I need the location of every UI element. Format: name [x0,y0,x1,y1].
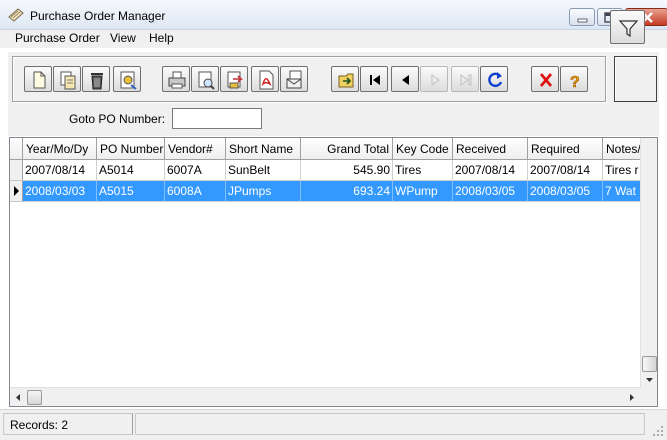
column-header-po-number[interactable]: PO Number [97,138,165,160]
new-icon [33,71,46,89]
next-record-button[interactable] [420,66,448,92]
column-header-date[interactable]: Year/Mo/Dy [23,138,97,160]
help-button[interactable]: ? [560,66,588,92]
first-record-button[interactable] [360,66,388,92]
refresh-icon [488,72,503,88]
records-count: Records: 2 [3,413,133,435]
email-icon [286,70,302,89]
window-title: Purchase Order Manager [30,9,166,23]
resize-grip-icon[interactable] [652,425,664,437]
filter-group [614,56,657,102]
minimize-icon [577,18,588,23]
open-icon [60,71,76,90]
table-row[interactable]: 2007/08/14 A5014 6007A SunBelt 545.90 Ti… [10,160,657,181]
cancel-button[interactable] [531,66,559,92]
previous-record-button[interactable] [391,66,419,92]
column-header-key-code[interactable]: Key Code [393,138,453,160]
cell-key-code[interactable]: Tires [393,160,453,181]
column-header-vendor[interactable]: Vendor# [165,138,226,160]
filter-icon [618,20,639,38]
grid-header: Year/Mo/Dy PO Number Vendor# Short Name … [10,138,657,160]
print-preview-button[interactable] [191,66,219,92]
scroll-right-icon[interactable] [623,389,640,406]
pdf-button[interactable] [251,66,279,92]
vertical-scrollbar[interactable] [640,138,657,387]
cell-short-name[interactable]: JPumps [226,181,301,202]
current-row-arrow-icon [14,186,19,196]
print-icon [168,71,186,89]
horizontal-scroll-thumb[interactable] [27,390,42,405]
goto-po-input[interactable] [172,108,262,129]
last-record-button[interactable] [451,66,479,92]
goto-button[interactable] [331,66,359,92]
column-header-received[interactable]: Received [453,138,528,160]
purchase-order-grid: Year/Mo/Dy PO Number Vendor# Short Name … [9,137,658,407]
help-icon: ? [570,74,580,92]
menu-purchase-order[interactable]: Purchase Order [15,31,100,45]
row-indicator[interactable] [10,181,23,202]
menu-help[interactable]: Help [149,31,174,45]
cell-po-number[interactable]: A5014 [97,160,165,181]
goto-po-label: Goto PO Number: [69,112,166,126]
goto-icon [338,73,354,88]
column-header-short-name[interactable]: Short Name [226,138,301,160]
horizontal-scrollbar[interactable] [10,387,640,406]
column-header-required[interactable]: Required [528,138,603,160]
title-bar: Purchase Order Manager [0,0,667,30]
print-button[interactable] [162,66,190,92]
cell-required[interactable]: 2008/03/05 [528,181,603,202]
print-preview-icon [198,71,215,90]
open-button[interactable] [53,66,81,92]
export-button[interactable] [220,66,248,92]
menu-bar: Purchase Order View Help [0,30,667,48]
edit-button[interactable] [113,66,141,92]
cell-received[interactable]: 2008/03/05 [453,181,528,202]
row-indicator[interactable] [10,160,23,181]
status-bar: Records: 2 [0,409,667,440]
delete-button[interactable] [82,66,110,92]
delete-icon [91,73,103,90]
menu-view[interactable]: View [110,31,136,45]
cell-required[interactable]: 2007/08/14 [528,160,603,181]
cell-po-number[interactable]: A5015 [97,181,165,202]
filter-button[interactable] [610,10,645,44]
minimize-button[interactable] [569,8,595,26]
cell-date[interactable]: 2007/08/14 [23,160,97,181]
svg-text:?: ? [570,74,580,91]
first-record-icon [370,75,380,85]
cell-vendor[interactable]: 6007A [165,160,226,181]
export-icon [227,71,243,89]
cell-received[interactable]: 2007/08/14 [453,160,528,181]
last-record-icon [460,74,472,86]
column-header-grand-total[interactable]: Grand Total [301,138,393,160]
header-corner [10,138,23,160]
vertical-scroll-thumb[interactable] [642,356,657,372]
cell-key-code[interactable]: WPump [393,181,453,202]
previous-record-icon [402,75,409,85]
cancel-icon [539,73,553,87]
status-pane-empty [135,413,645,435]
app-icon [8,8,24,22]
email-button[interactable] [280,66,308,92]
cell-grand-total[interactable]: 545.90 [301,160,393,181]
scroll-left-icon[interactable] [10,389,27,406]
next-record-icon [431,74,440,86]
cell-vendor[interactable]: 6008A [165,181,226,202]
cell-date[interactable]: 2008/03/03 [23,181,97,202]
edit-icon [120,71,137,90]
cell-short-name[interactable]: SunBelt [226,160,301,181]
cell-grand-total[interactable]: 693.24 [301,181,393,202]
refresh-button[interactable] [480,66,508,92]
table-row[interactable]: 2008/03/03 A5015 6008A JPumps 693.24 WPu… [10,181,657,202]
pdf-icon [259,70,274,90]
new-button[interactable] [24,66,52,92]
scrollbar-corner [640,387,657,406]
